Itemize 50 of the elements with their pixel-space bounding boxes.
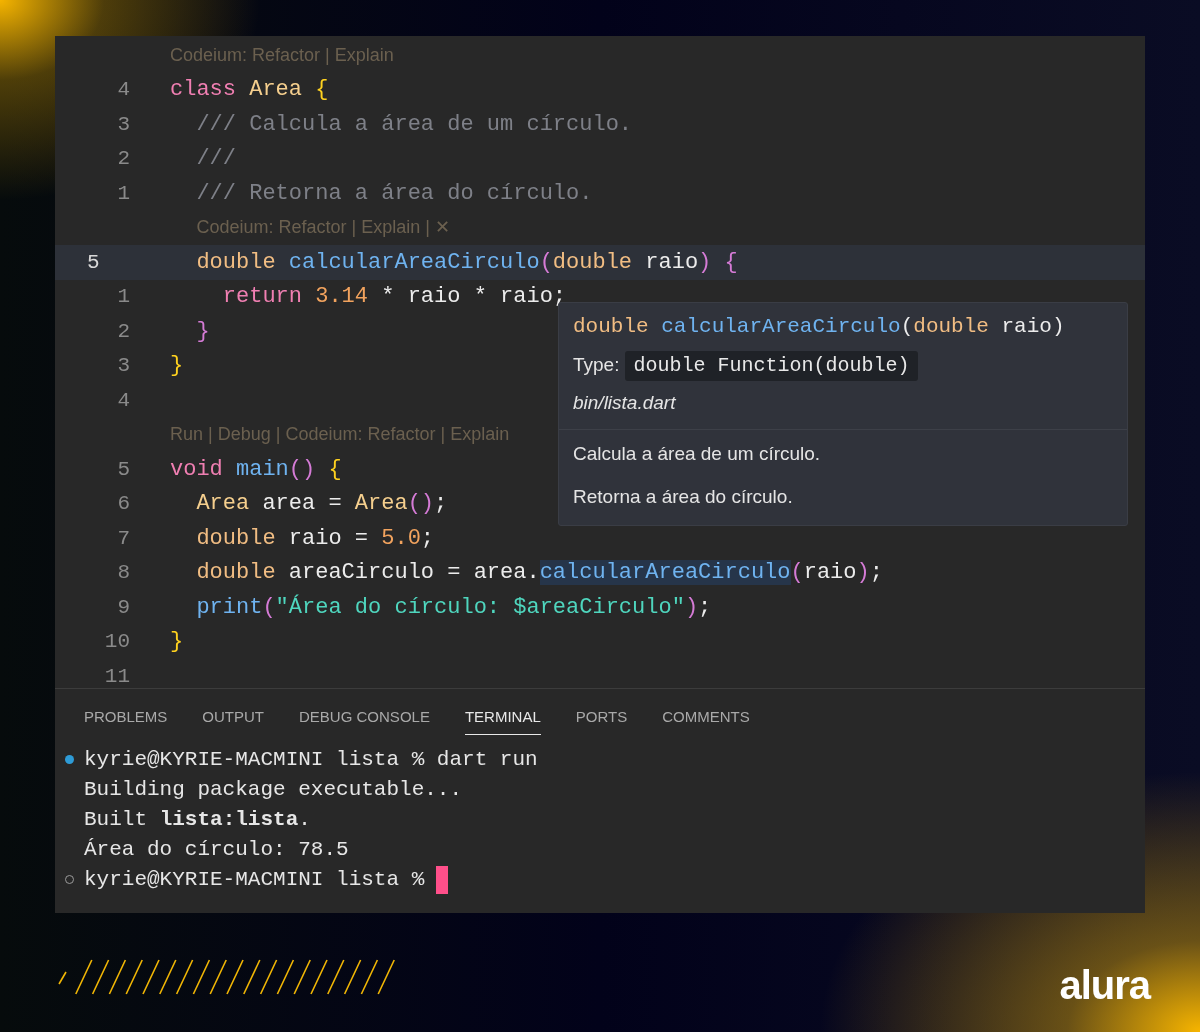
code-line: double raio = 5.0; — [196, 524, 435, 553]
code-line: /// Calcula a área de um círculo. — [196, 110, 633, 139]
status-dot-icon — [65, 755, 74, 764]
line-number: 9 — [116, 594, 130, 621]
code-line: Area area = Area(); — [196, 490, 448, 519]
code-line: void main() { — [170, 455, 342, 484]
logo: alura — [1059, 962, 1150, 1009]
line-number: 3 — [116, 353, 130, 379]
line-number: 4 — [116, 77, 130, 103]
terminal-line: Built lista:lista. — [84, 806, 311, 833]
terminal-line: kyrie@KYRIE-MACMINI lista % — [84, 866, 425, 893]
panel-tab[interactable]: COMMENTS — [662, 704, 750, 735]
line-number: 2 — [116, 146, 130, 172]
doc-text: Calcula a área de um círculo. — [573, 442, 822, 466]
code-line: } — [196, 317, 210, 346]
doc-text: Retorna a área do círculo. — [573, 484, 794, 509]
code-line: /// Retorna a área do círculo. — [196, 179, 593, 208]
code-line: double areaCirculo = area.calcularAreaCirculo(raio); — [196, 559, 883, 588]
line-number: 3 — [116, 111, 130, 138]
line-number: 7 — [116, 525, 130, 552]
code-line: } — [170, 628, 184, 657]
line-number: 8 — [116, 560, 130, 586]
line-number: 4 — [116, 387, 130, 414]
code-line: return 3.14 * raio * raio; — [222, 283, 567, 312]
code-line: class Area { — [170, 76, 329, 105]
panel-tab[interactable]: OUTPUT — [202, 704, 265, 735]
signature-text: double calcularAreaCirculo(double raio) — [573, 314, 1066, 340]
panel-tab[interactable]: DEBUG CONSOLE — [299, 704, 430, 735]
line-number: 1 — [116, 284, 130, 310]
code-line: print("Área do círculo: $areaCirculo"); — [196, 593, 712, 622]
type-label: Type: — [573, 353, 620, 378]
type-value: double Function(double) — [625, 350, 918, 381]
line-number: 11 — [103, 663, 130, 690]
line-number: 1 — [116, 180, 130, 207]
line-number: 10 — [103, 629, 130, 655]
code-line: double calcularAreaCirculo(double raio) { — [196, 248, 738, 277]
code-line: } — [170, 352, 184, 381]
terminal-line: Building package executable... — [84, 776, 463, 803]
terminal-line: kyrie@KYRIE-MACMINI lista % dart run — [84, 746, 538, 773]
terminal-cursor — [436, 865, 449, 894]
line-number: 2 — [116, 318, 130, 345]
line-number: 6 — [116, 491, 130, 517]
panel-tab[interactable]: TERMINAL — [464, 704, 541, 735]
line-number: 5 — [116, 456, 130, 483]
line-number: 5 — [86, 249, 101, 276]
file-path: bin/lista.dart — [573, 390, 677, 415]
panel-tab[interactable]: PROBLEMS — [84, 704, 168, 735]
code-line: /// — [196, 145, 236, 174]
panel-tab[interactable]: PORTS — [575, 704, 628, 735]
terminal-line: Área do círculo: 78.5 — [84, 836, 349, 863]
